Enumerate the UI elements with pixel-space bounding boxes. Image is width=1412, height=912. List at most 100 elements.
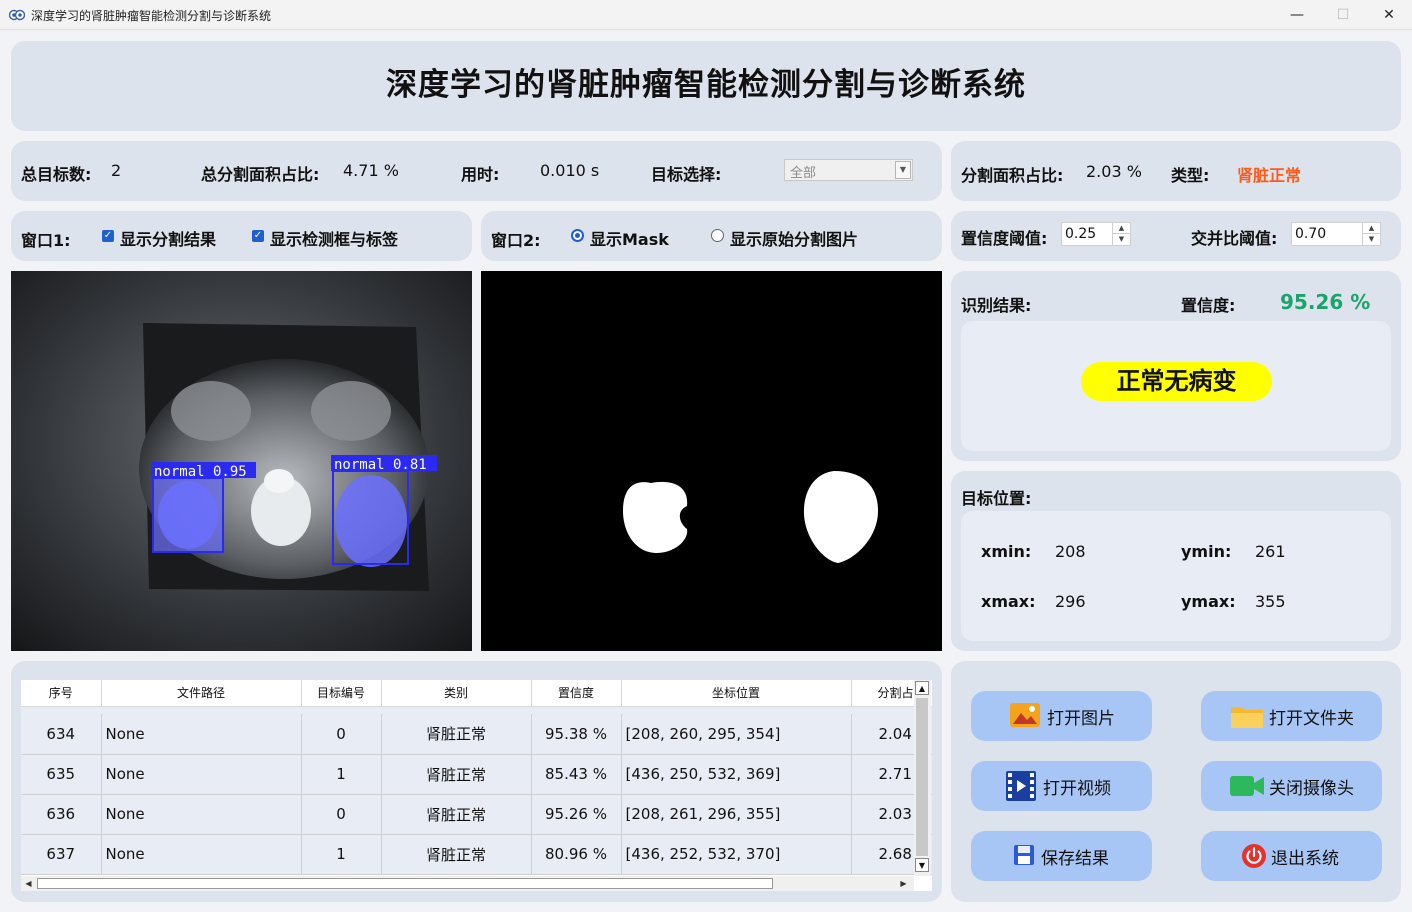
table-cell: None	[101, 834, 302, 875]
xmin-label: xmin:	[981, 542, 1032, 561]
show-box-label[interactable]: 显示检测框与标签	[270, 226, 398, 250]
table-cell: 1	[301, 834, 382, 875]
open-folder-button[interactable]: 打开文件夹	[1201, 691, 1382, 741]
table-cell: 80.96 %	[531, 834, 622, 875]
table-cell: 635	[21, 754, 102, 795]
table-cell: 肾脏正常	[381, 754, 532, 795]
table-header[interactable]: 文件路径	[101, 680, 302, 707]
spin-up-icon[interactable]: ▲	[1362, 223, 1380, 234]
save-button[interactable]: 保存结果	[971, 831, 1152, 881]
video-icon	[1006, 771, 1036, 801]
scrollbar-thumb[interactable]	[37, 878, 773, 889]
exit-button[interactable]: 退出系统	[1201, 831, 1382, 881]
xmax-label: xmax:	[981, 592, 1036, 611]
save-label: 保存结果	[1041, 849, 1109, 869]
scrollbar-thumb[interactable]	[916, 698, 928, 856]
iou-threshold-spinbox[interactable]: 0.70 ▲ ▼	[1291, 222, 1381, 246]
detection-view: normal 0.95 normal 0.81	[11, 271, 472, 651]
xmax-value: 296	[1055, 592, 1086, 611]
minimize-button[interactable]: —	[1274, 0, 1320, 30]
show-mask-radio[interactable]	[571, 229, 584, 242]
position-display	[961, 511, 1391, 641]
total-targets-label: 总目标数:	[21, 165, 92, 184]
table-cell: 1	[301, 754, 382, 795]
table-row[interactable]: 637 None 1 肾脏正常 80.96 % [436, 252, 532, …	[21, 834, 932, 875]
result-label: 识别结果:	[961, 296, 1032, 315]
ymin-label: ymin:	[1181, 542, 1232, 561]
scroll-left-icon[interactable]: ◀	[22, 877, 35, 890]
table-header[interactable]: 目标编号	[301, 680, 382, 707]
conf-threshold-spinbox[interactable]: 0.25 ▲ ▼	[1061, 222, 1131, 246]
table-cell: 肾脏正常	[381, 834, 532, 875]
window1-options-panel	[11, 211, 472, 261]
page-title: 深度学习的肾脏肿瘤智能检测分割与诊断系统	[386, 67, 1026, 103]
show-mask-label[interactable]: 显示Mask	[590, 226, 669, 250]
table-cell: 637	[21, 834, 102, 875]
close-camera-button[interactable]: 关闭摄像头	[1201, 761, 1382, 811]
window-title: 深度学习的肾脏肿瘤智能检测分割与诊断系统	[31, 9, 272, 23]
area-ratio-value: 2.03 %	[1086, 162, 1142, 181]
table-cell: [436, 252, 532, 370]	[621, 834, 852, 875]
spin-down-icon[interactable]: ▼	[1112, 234, 1130, 245]
iou-threshold-label: 交并比阈值:	[1191, 229, 1278, 248]
table-cell: None	[101, 714, 302, 755]
bbox-label-1: normal 0.95	[154, 464, 247, 480]
table-row[interactable]: 636 None 0 肾脏正常 95.26 % [208, 261, 296, …	[21, 794, 932, 835]
target-select-value: 全部	[790, 166, 817, 181]
maximize-button[interactable]: ☐	[1320, 0, 1366, 30]
mask-view	[481, 271, 942, 651]
table-header[interactable]: 序号	[21, 680, 102, 707]
spin-down-icon[interactable]: ▼	[1362, 234, 1380, 245]
table-cell: [208, 261, 296, 355]	[621, 794, 852, 835]
show-orig-label[interactable]: 显示原始分割图片	[730, 226, 858, 250]
table-cell: 636	[21, 794, 102, 835]
table-header[interactable]: 置信度	[531, 680, 622, 707]
show-orig-radio[interactable]	[711, 229, 724, 242]
table-vertical-scrollbar[interactable]: ▲ ▼	[914, 680, 931, 876]
total-area-value: 4.71 %	[343, 161, 399, 180]
table-horizontal-scrollbar[interactable]: ◀ ▶	[21, 876, 914, 891]
folder-icon	[1231, 707, 1263, 728]
chevron-down-icon[interactable]: ▼	[895, 161, 911, 179]
main-area: 深度学习的肾脏肿瘤智能检测分割与诊断系统 总目标数: 2 总分割面积占比: 4.…	[0, 31, 1412, 912]
open-image-button[interactable]: 打开图片	[971, 691, 1152, 741]
table-cell: 肾脏正常	[381, 714, 532, 755]
scroll-up-icon[interactable]: ▲	[915, 681, 929, 695]
time-label: 用时:	[461, 165, 500, 184]
table-cell: [208, 260, 295, 354]	[621, 714, 852, 755]
table-row[interactable]: 634 None 0 肾脏正常 95.38 % [208, 260, 295, …	[21, 714, 932, 755]
table-cell: 95.38 %	[531, 714, 622, 755]
open-video-button[interactable]: 打开视频	[971, 761, 1152, 811]
table-cell: 0	[301, 714, 382, 755]
xmin-value: 208	[1055, 542, 1086, 561]
table-cell: [436, 250, 532, 369]	[621, 754, 852, 795]
spin-up-icon[interactable]: ▲	[1112, 223, 1130, 234]
table-cell: 85.43 %	[531, 754, 622, 795]
open-video-label: 打开视频	[1043, 779, 1111, 799]
table-cell: None	[101, 754, 302, 795]
power-icon	[1242, 844, 1266, 868]
window-titlebar: 深度学习的肾脏肿瘤智能检测分割与诊断系统 — ☐ ✕	[0, 0, 1412, 30]
scroll-down-icon[interactable]: ▼	[915, 858, 929, 872]
conf-threshold-value: 0.25	[1065, 226, 1097, 242]
table-row[interactable]: 635 None 1 肾脏正常 85.43 % [436, 250, 532, …	[21, 754, 932, 795]
table-header[interactable]: 坐标位置	[621, 680, 852, 707]
target-select-label: 目标选择:	[651, 165, 722, 184]
close-camera-label: 关闭摄像头	[1269, 779, 1354, 799]
show-box-checkbox[interactable]: ✓	[252, 230, 264, 242]
scroll-right-icon[interactable]: ▶	[897, 877, 910, 890]
table-cell: 0	[301, 794, 382, 835]
image-icon	[1010, 703, 1040, 727]
target-select-dropdown[interactable]: 全部 ▼	[784, 159, 913, 181]
table-header[interactable]: 类别	[381, 680, 532, 707]
table-cell: 634	[21, 714, 102, 755]
show-seg-checkbox[interactable]: ✓	[102, 230, 114, 242]
window2-label: 窗口2:	[491, 231, 541, 250]
close-button[interactable]: ✕	[1366, 0, 1412, 30]
open-folder-label: 打开文件夹	[1269, 709, 1354, 729]
results-table[interactable]: 序号 文件路径 目标编号 类别 置信度 坐标位置 分割占比 634 None 0…	[21, 680, 932, 891]
diagnosis-badge: 正常无病变	[1081, 362, 1272, 401]
ymax-value: 355	[1255, 592, 1286, 611]
save-icon	[1014, 845, 1034, 865]
show-seg-label[interactable]: 显示分割结果	[120, 226, 216, 250]
